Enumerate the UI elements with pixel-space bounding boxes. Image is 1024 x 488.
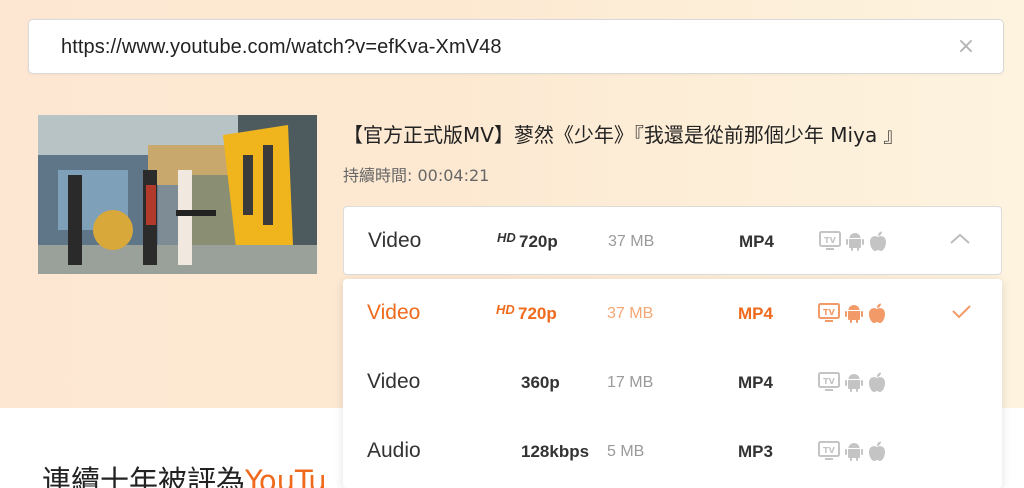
hd-badge: HD [497,230,516,245]
tagline-text: 連續十年被評為 [42,464,246,488]
apple-icon [870,231,886,251]
option-type: Video [367,370,421,393]
svg-text:TV: TV [823,377,835,386]
tv-icon: TV [818,441,840,460]
format-option-video-720p[interactable]: Video HD 720p 37 MB MP4 TV [343,279,1002,347]
option-type: Video [367,301,421,324]
video-thumbnail [38,115,317,274]
android-icon [846,233,864,251]
device-icons: TV [819,230,887,252]
svg-text:TV: TV [824,236,836,245]
option-size: 5 MB [607,443,645,460]
format-option-audio-128kbps[interactable]: Audio 128kbps 5 MB MP3 TV [343,417,1002,485]
option-resolution: 360p [521,373,560,392]
apple-icon [869,441,885,461]
apple-icon [869,372,885,392]
option-size: 17 MB [607,374,654,391]
format-option-video-360p[interactable]: Video 360p 17 MB MP4 TV [343,348,1002,416]
format-dropdown-menu: Video HD 720p 37 MB MP4 TV Video 360p 17… [343,279,1002,488]
svg-text:TV: TV [823,446,835,455]
device-icons: TV [818,302,886,324]
svg-text:TV: TV [823,308,835,317]
option-type: Audio [367,439,421,462]
option-format: MP4 [738,304,773,323]
android-icon [845,305,863,323]
option-resolution: 720p [518,304,557,323]
option-format: MP4 [738,373,773,392]
video-thumbnail-image [38,115,317,274]
selector-size: 37 MB [608,233,655,250]
section-tagline: 連續十年被評為YouTu [42,458,327,488]
checkmark-icon [952,305,971,319]
tv-icon: TV [818,303,840,322]
apple-icon [869,303,885,323]
url-input-field[interactable]: https://www.youtube.com/watch?v=efKva-Xm… [28,19,1004,74]
tv-icon: TV [819,231,841,250]
hd-badge: HD [496,302,515,317]
tagline-accent: YouTu [245,464,327,488]
url-input-value[interactable]: https://www.youtube.com/watch?v=efKva-Xm… [61,36,502,59]
selector-resolution: 720p [519,232,558,251]
selector-format: MP4 [739,232,774,251]
video-title: 【官方正式版MV】蓼然《少年》『我還是從前那個少年 Miya 』 [343,123,904,147]
chevron-up-icon[interactable] [949,231,971,247]
tv-icon: TV [818,372,840,391]
selector-type: Video [368,229,422,252]
option-format: MP3 [738,442,773,461]
video-duration: 持續時間: 00:04:21 [343,166,490,185]
format-selector[interactable]: Video HD 720p 37 MB MP4 TV [343,206,1002,275]
device-icons: TV [818,371,886,393]
option-size: 37 MB [607,305,654,322]
device-icons: TV [818,440,886,462]
option-resolution: 128kbps [521,442,590,461]
clear-icon[interactable]: × [953,34,979,60]
android-icon [845,443,863,461]
android-icon [845,374,863,392]
